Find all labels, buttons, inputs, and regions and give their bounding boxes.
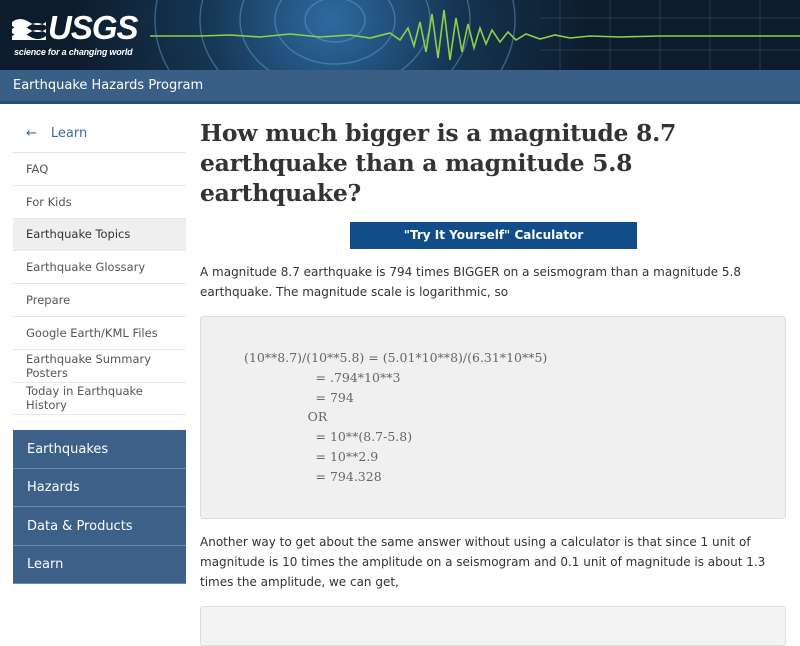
nav-item-earthquakes[interactable]: Earthquakes	[13, 430, 186, 469]
nav-item-data-products[interactable]: Data & Products	[13, 507, 186, 546]
second-formula-box	[200, 606, 786, 646]
sidebar-item-label: For Kids	[26, 194, 72, 209]
sidebar-item-prepare[interactable]: Prepare	[13, 284, 186, 317]
sidebar-section-label: Learn	[50, 126, 88, 141]
nav-item-label: Hazards	[27, 480, 80, 496]
nav-item-hazards[interactable]: Hazards	[13, 468, 186, 508]
sidebar-item-for-kids[interactable]: For Kids	[13, 186, 186, 219]
nav-item-label: Earthquakes	[27, 441, 109, 457]
sidebar-item-earthquake-topics[interactable]: Earthquake Topics	[13, 218, 186, 252]
formula-text: (10**8.7)/(10**5.8) = (5.01*10**8)/(6.31…	[244, 350, 548, 484]
second-paragraph: Another way to get about the same answer…	[200, 535, 766, 589]
sidebar-item-faq[interactable]: FAQ	[13, 153, 186, 186]
usgs-tagline: science for a changing world	[14, 47, 133, 57]
formula-box: (10**8.7)/(10**5.8) = (5.01*10**8)/(6.31…	[200, 316, 786, 519]
usgs-logo[interactable]: USGS science for a changing world	[6, 6, 146, 64]
nav-item-learn[interactable]: Learn	[13, 545, 186, 585]
nav-item-label: Learn	[27, 557, 64, 573]
page-title: How much bigger is a magnitude 8.7 earth…	[200, 119, 677, 207]
sidebar-item-label: Earthquake Topics	[26, 227, 131, 242]
usgs-wave-icon	[12, 19, 46, 40]
nav-item-label: Data & Products	[27, 518, 133, 534]
sidebar-item-label: Google Earth/KML Files	[26, 325, 158, 340]
usgs-logo-text: USGS	[48, 9, 139, 46]
sidebar-item-label: Earthquake Glossary	[26, 260, 146, 275]
back-arrow-icon: ←	[26, 126, 37, 141]
sidebar-item-label: Today in Earthquake History	[26, 384, 143, 413]
program-title-link[interactable]: Earthquake Hazards Program	[13, 78, 203, 93]
sidebar-item-today-in-history[interactable]: Today in Earthquake History	[13, 383, 186, 416]
sidebar-section-learn[interactable]: ← Learn	[13, 115, 186, 153]
sidebar-item-label: Earthquake Summary Posters	[26, 351, 152, 380]
sidebar: ← Learn FAQ For Kids Earthquake Topics E…	[13, 115, 186, 585]
main-content: How much bigger is a magnitude 8.7 earth…	[200, 118, 786, 646]
sidebar-item-earthquake-glossary[interactable]: Earthquake Glossary	[13, 251, 186, 285]
main-nav: Earthquakes Hazards Data & Products Lear…	[13, 430, 186, 585]
sidebar-item-label: Prepare	[26, 293, 71, 308]
calculator-button[interactable]: "Try It Yourself" Calculator	[350, 222, 637, 249]
intro-paragraph: A magnitude 8.7 earthquake is 794 times …	[200, 265, 741, 299]
sidebar-item-label: FAQ	[26, 161, 49, 176]
program-bar: Earthquake Hazards Program	[0, 70, 800, 104]
sidebar-item-google-earth[interactable]: Google Earth/KML Files	[13, 317, 186, 350]
site-header: USGS science for a changing world	[0, 0, 800, 70]
sidebar-item-summary-posters[interactable]: Earthquake Summary Posters	[13, 350, 186, 383]
